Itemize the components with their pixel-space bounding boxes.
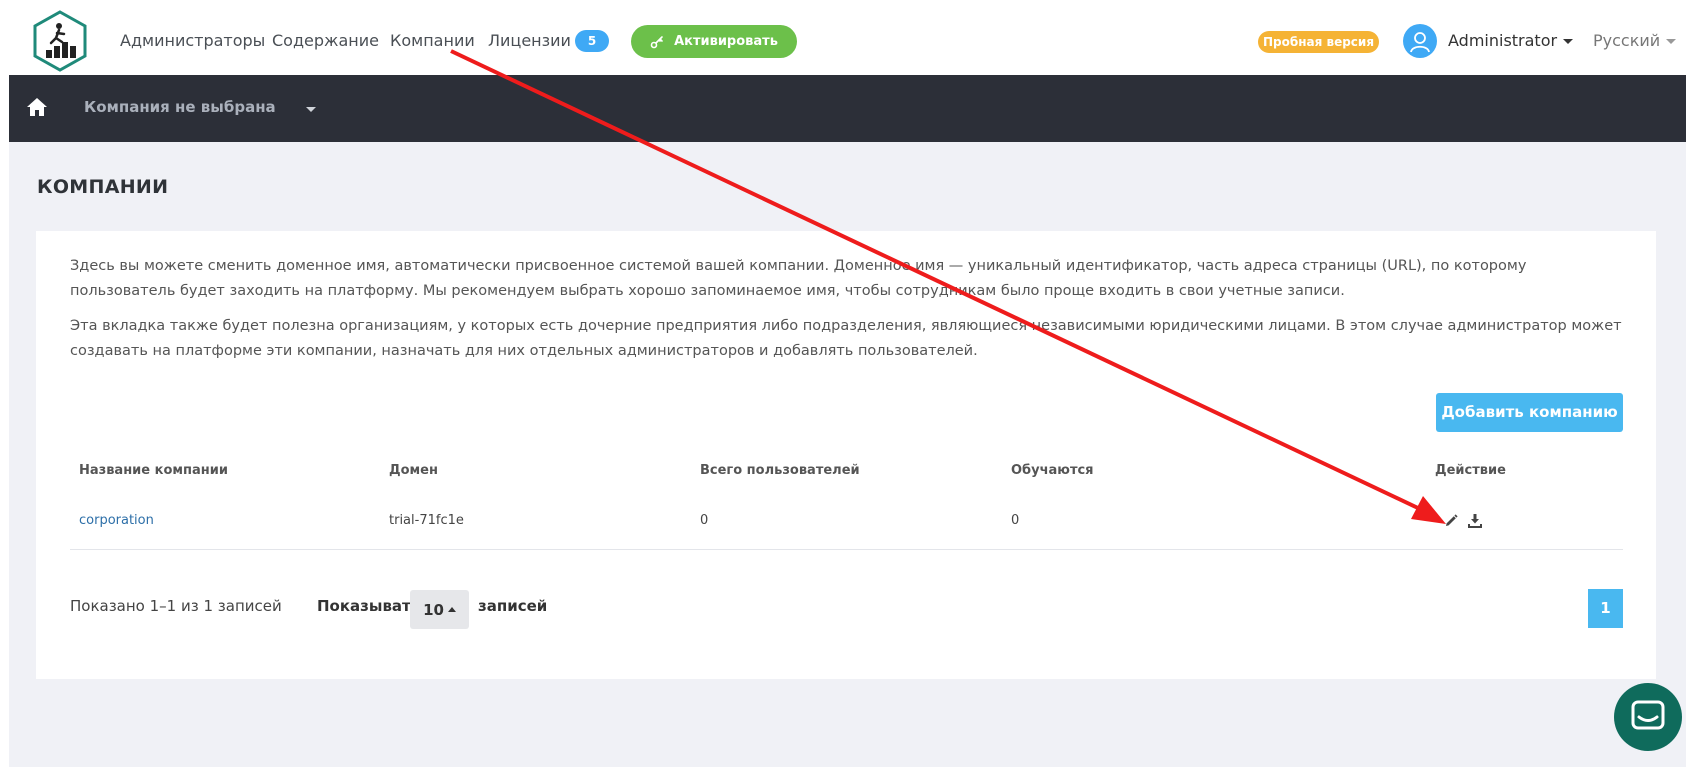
chevron-up-icon [447, 607, 456, 612]
nav-content[interactable]: Содержание [272, 31, 379, 50]
chevron-down-icon[interactable] [306, 107, 316, 112]
download-icon[interactable] [1467, 513, 1483, 529]
chevron-down-icon [1666, 39, 1677, 44]
column-header-total-users[interactable]: Всего пользователей [700, 463, 860, 478]
learning-cell: 0 [1011, 513, 1020, 528]
row-divider [70, 549, 1623, 550]
nav-licenses[interactable]: Лицензии [488, 31, 571, 50]
column-header-action: Действие [1435, 463, 1506, 478]
top-navbar: Администраторы Содержание Компании Лицен… [0, 0, 1686, 75]
key-icon [650, 35, 663, 48]
company-name-link[interactable]: corporation [79, 513, 154, 528]
page-title: КОМПАНИИ [37, 176, 169, 198]
add-company-button[interactable]: Добавить компанию [1436, 393, 1623, 432]
nav-companies[interactable]: Компании [390, 31, 475, 50]
records-label: записей [478, 597, 548, 615]
records-summary: Показано 1–1 из 1 записей [70, 597, 282, 615]
company-bar: Компания не выбрана [9, 75, 1686, 142]
domain-cell: trial-71fc1e [389, 513, 464, 528]
nav-administrators[interactable]: Администраторы [120, 31, 265, 50]
companies-card: Здесь вы можете сменить доменное имя, ав… [36, 231, 1656, 679]
license-count-badge: 5 [575, 30, 609, 52]
logo-icon[interactable] [32, 10, 88, 72]
description-paragraph: Здесь вы можете сменить доменное имя, ав… [70, 258, 1527, 299]
language-label: Русский [1593, 31, 1661, 50]
activate-label: Активировать [674, 34, 778, 49]
description-paragraph: Эта вкладка также будет полезна организа… [70, 318, 1622, 359]
activate-button[interactable]: Активировать [631, 25, 797, 58]
chat-icon [1631, 700, 1665, 730]
user-menu[interactable]: Administrator [1448, 31, 1574, 50]
avatar[interactable] [1403, 24, 1437, 58]
user-name: Administrator [1448, 31, 1558, 50]
column-header-domain[interactable]: Домен [389, 463, 438, 478]
company-selector[interactable]: Компания не выбрана [84, 98, 276, 116]
main-content: КОМПАНИИ Здесь вы можете сменить доменно… [9, 142, 1686, 767]
chat-widget-button[interactable] [1614, 683, 1682, 751]
app-root: Администраторы Содержание Компании Лицен… [0, 0, 1686, 767]
home-icon[interactable] [26, 97, 48, 117]
per-page-value: 10 [423, 600, 444, 619]
show-label: Показывать [317, 597, 421, 615]
pencil-icon[interactable] [1443, 513, 1459, 529]
total-users-cell: 0 [700, 513, 709, 528]
column-header-company-name[interactable]: Название компании [79, 463, 228, 478]
user-avatar-icon [1410, 32, 1430, 53]
trial-badge: Пробная версия [1258, 31, 1379, 53]
per-page-select[interactable]: 10 [410, 590, 469, 629]
chevron-down-icon [1563, 39, 1574, 44]
column-header-learning[interactable]: Обучаются [1011, 463, 1094, 478]
language-selector[interactable]: Русский [1593, 31, 1677, 50]
pagination-page-1[interactable]: 1 [1588, 589, 1623, 628]
